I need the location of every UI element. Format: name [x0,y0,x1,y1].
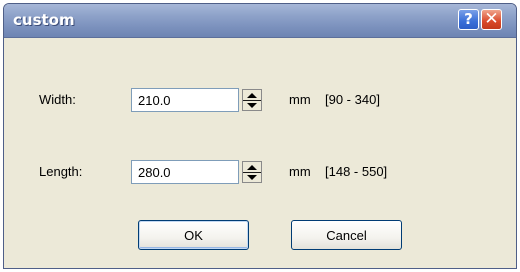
length-unit: mm [289,164,311,179]
ok-button[interactable]: OK [138,220,249,250]
custom-dialog: custom ? ✕ Width: mm [90 - 340] Length: … [3,3,517,269]
arrow-down-icon [247,174,257,180]
length-spinner [242,161,262,183]
help-icon: ? [464,10,473,28]
title-bar[interactable]: custom ? ✕ [4,4,516,38]
width-input[interactable] [131,88,239,112]
length-input[interactable] [131,160,239,184]
close-button[interactable]: ✕ [481,9,502,30]
dialog-title: custom [13,11,75,29]
arrow-up-icon [247,92,257,98]
arrow-up-icon [247,164,257,170]
help-button[interactable]: ? [458,9,479,30]
width-range: [90 - 340] [325,92,380,107]
arrow-down-icon [247,102,257,108]
width-unit: mm [289,92,311,107]
width-spin-down-button[interactable] [243,100,261,110]
close-icon: ✕ [484,9,499,29]
length-spin-down-button[interactable] [243,172,261,182]
length-range: [148 - 550] [325,164,388,179]
length-label: Length: [39,164,83,179]
cancel-button[interactable]: Cancel [291,220,402,250]
width-label: Width: [39,92,76,107]
width-spinner [242,89,262,111]
